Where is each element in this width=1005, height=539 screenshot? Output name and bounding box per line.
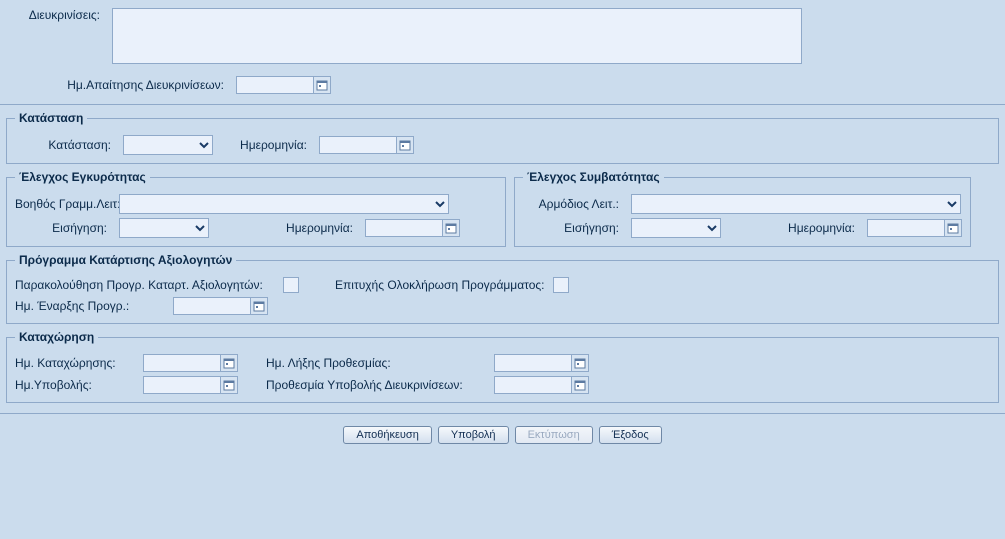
calendar-icon[interactable] <box>571 376 589 394</box>
training-success-checkbox[interactable] <box>553 277 569 293</box>
training-start-date-field <box>173 297 268 315</box>
submit-date-field <box>143 376 238 394</box>
clarifications-section: Διευκρινίσεις: Ημ.Απαίτησης Διευκρινίσεω… <box>0 0 1005 105</box>
validity-date-input[interactable] <box>365 219 443 237</box>
reg-date-field <box>143 354 238 372</box>
print-button: Εκτύπωση <box>515 426 593 444</box>
button-bar: Αποθήκευση Υποβολή Εκτύπωση Έξοδος <box>0 413 1005 444</box>
deadline-input[interactable] <box>494 354 572 372</box>
registration-fieldset: Καταχώρηση Ημ. Καταχώρησης: Ημ. Λήξης Πρ… <box>6 330 999 403</box>
compat-date-field <box>867 219 962 237</box>
validity-assistant-label: Βοηθός Γραμμ.Λειτ: <box>15 198 111 210</box>
training-start-date-input[interactable] <box>173 297 251 315</box>
exit-button[interactable]: Έξοδος <box>599 426 662 444</box>
clar-deadline-label: Προθεσμία Υποβολής Διευκρινίσεων: <box>246 378 486 392</box>
submit-date-input[interactable] <box>143 376 221 394</box>
training-fieldset: Πρόγραμμα Κατάρτισης Αξιολογητών Παρακολ… <box>6 253 999 324</box>
calendar-icon[interactable] <box>250 297 268 315</box>
validity-date-label: Ημερομηνία: <box>217 221 357 235</box>
compat-recommendation-label: Εισήγηση: <box>523 221 623 235</box>
calendar-icon[interactable] <box>571 354 589 372</box>
validity-date-field <box>365 219 460 237</box>
clar-request-date-field <box>236 76 331 94</box>
deadline-field <box>494 354 589 372</box>
clarifications-label: Διευκρινίσεις: <box>8 8 104 22</box>
validity-assistant-select[interactable] <box>119 194 449 214</box>
training-legend: Πρόγραμμα Κατάρτισης Αξιολογητών <box>15 253 236 267</box>
calendar-icon[interactable] <box>396 136 414 154</box>
calendar-icon[interactable] <box>442 219 460 237</box>
validity-legend: Έλεγχος Εγκυρότητας <box>15 170 150 184</box>
compat-date-label: Ημερομηνία: <box>729 221 859 235</box>
compat-officer-select[interactable] <box>631 194 961 214</box>
clar-deadline-input[interactable] <box>494 376 572 394</box>
calendar-icon[interactable] <box>220 354 238 372</box>
training-attend-label: Παρακολούθηση Προγρ. Καταρτ. Αξιολογητών… <box>15 278 275 292</box>
calendar-icon[interactable] <box>944 219 962 237</box>
reg-date-label: Ημ. Καταχώρησης: <box>15 356 135 370</box>
status-date-label: Ημερομηνία: <box>221 138 311 152</box>
clarifications-textarea[interactable] <box>112 8 802 64</box>
reg-date-input[interactable] <box>143 354 221 372</box>
validity-fieldset: Έλεγχος Εγκυρότητας Βοηθός Γραμμ.Λειτ: Ε… <box>6 170 506 247</box>
deadline-label: Ημ. Λήξης Προθεσμίας: <box>246 356 486 370</box>
registration-legend: Καταχώρηση <box>15 330 98 344</box>
status-select[interactable] <box>123 135 213 155</box>
clar-deadline-field <box>494 376 589 394</box>
training-success-label: Επιτυχής Ολοκλήρωση Προγράμματος: <box>335 278 545 292</box>
calendar-icon[interactable] <box>220 376 238 394</box>
submit-button[interactable]: Υποβολή <box>438 426 509 444</box>
training-attend-checkbox[interactable] <box>283 277 299 293</box>
clar-request-date-input[interactable] <box>236 76 314 94</box>
compatibility-fieldset: Έλεγχος Συμβατότητας Αρμόδιος Λειτ.: Εισ… <box>514 170 971 247</box>
status-date-input[interactable] <box>319 136 397 154</box>
validity-recommendation-select[interactable] <box>119 218 209 238</box>
compat-officer-label: Αρμόδιος Λειτ.: <box>523 197 623 211</box>
compat-date-input[interactable] <box>867 219 945 237</box>
compat-recommendation-select[interactable] <box>631 218 721 238</box>
status-legend: Κατάσταση <box>15 111 87 125</box>
submit-date-label: Ημ.Υποβολής: <box>15 378 135 392</box>
status-date-field <box>319 136 414 154</box>
training-start-label: Ημ. Έναρξης Προγρ.: <box>15 299 165 313</box>
status-label: Κατάσταση: <box>15 138 115 152</box>
validity-recommendation-label: Εισήγηση: <box>15 221 111 235</box>
compatibility-legend: Έλεγχος Συμβατότητας <box>523 170 664 184</box>
calendar-icon[interactable] <box>313 76 331 94</box>
clar-request-date-label: Ημ.Απαίτησης Διευκρινίσεων: <box>8 78 228 92</box>
status-fieldset: Κατάσταση Κατάσταση: Ημερομηνία: <box>6 111 999 164</box>
save-button[interactable]: Αποθήκευση <box>343 426 431 444</box>
